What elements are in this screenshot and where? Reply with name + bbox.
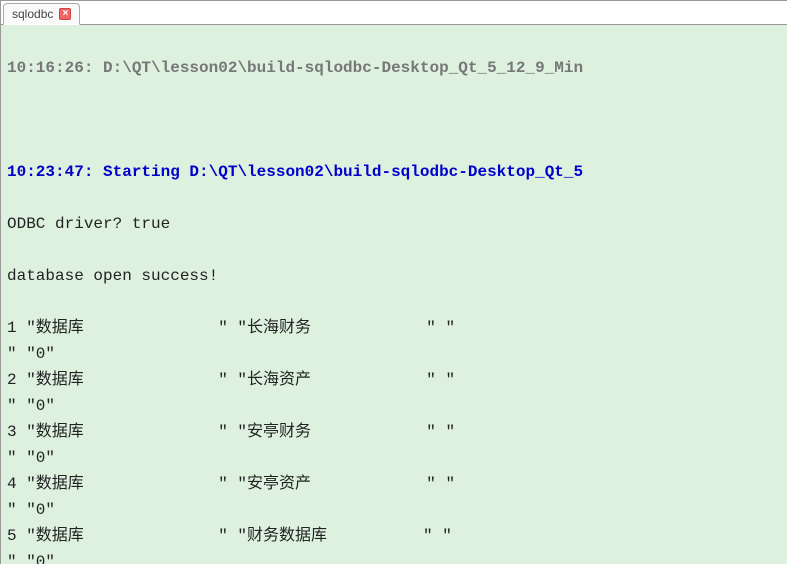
result-row-line: " "0" xyxy=(7,445,781,471)
tab-bar: sqlodbc × xyxy=(1,1,787,25)
result-row-line: 4 "数据库 " "安亭资产 " " xyxy=(7,471,781,497)
log-line-starting: 10:23:47: Starting D:\QT\lesson02\build-… xyxy=(7,159,781,185)
output-pane[interactable]: 10:16:26: D:\QT\lesson02\build-sqlodbc-D… xyxy=(1,25,787,564)
result-row-line: 5 "数据库 " "财务数据库 " " xyxy=(7,523,781,549)
tab-label: sqlodbc xyxy=(12,7,53,21)
result-row-line: " "0" xyxy=(7,393,781,419)
log-line-dbopen: database open success! xyxy=(7,263,781,289)
result-row-line: 2 "数据库 " "长海资产 " " xyxy=(7,367,781,393)
result-row-line: 3 "数据库 " "安亭财务 " " xyxy=(7,419,781,445)
result-row-line: 1 "数据库 " "长海财务 " " xyxy=(7,315,781,341)
result-row-line: " "0" xyxy=(7,497,781,523)
log-line-timestamp: 10:16:26: D:\QT\lesson02\build-sqlodbc-D… xyxy=(7,55,781,81)
blank-line xyxy=(7,107,781,133)
result-rows: 1 "数据库 " "长海财务 " "" "0"2 "数据库 " "长海资产 " … xyxy=(7,315,781,564)
editor-frame: sqlodbc × 10:16:26: D:\QT\lesson02\build… xyxy=(0,0,787,564)
result-row-line: " "0" xyxy=(7,549,781,564)
log-line-odbc: ODBC driver? true xyxy=(7,211,781,237)
tab-sqlodbc[interactable]: sqlodbc × xyxy=(3,3,80,25)
result-row-line: " "0" xyxy=(7,341,781,367)
close-icon[interactable]: × xyxy=(59,8,71,20)
